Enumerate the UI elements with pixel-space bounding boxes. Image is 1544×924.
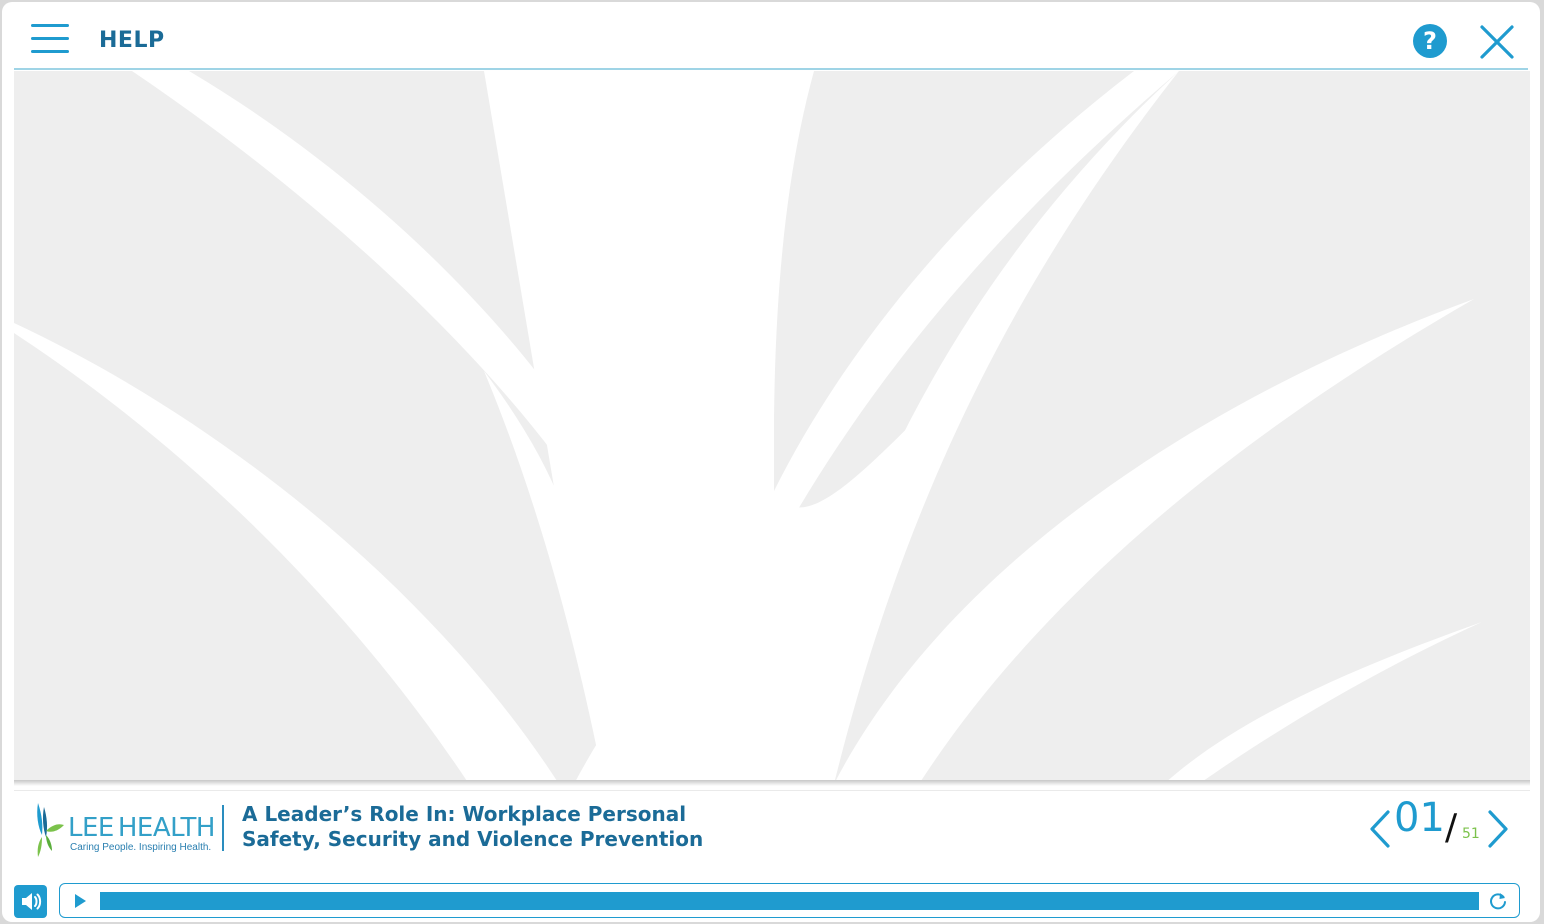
logo-tagline: Caring People. Inspiring Health.	[70, 842, 212, 853]
menu-line	[31, 50, 69, 53]
current-slide-number: 01	[1394, 795, 1445, 841]
chevron-left-icon[interactable]	[1368, 809, 1392, 849]
leaf-logo-icon	[37, 803, 64, 857]
course-title: A Leader’s Role In: Workplace Personal S…	[242, 802, 762, 852]
leaf-graphic	[14, 71, 1530, 784]
logo-word-lee: LEE	[68, 813, 114, 843]
question-circle-icon[interactable]: ?	[1413, 24, 1447, 58]
course-player-window: HELP ? LEE HEALTH Caring People. Inspiri…	[2, 2, 1540, 922]
lee-health-logo: LEE HEALTH Caring People. Inspiring Healt…	[32, 801, 215, 857]
slide-pager: 01 / 51	[1364, 791, 1524, 865]
footer-divider	[222, 805, 224, 851]
header-bar: HELP ?	[2, 2, 1540, 70]
replay-icon[interactable]	[1488, 891, 1508, 911]
close-x-icon[interactable]	[1479, 24, 1515, 60]
pager-separator: /	[1445, 807, 1458, 848]
logo-wordmark: LEE HEALTH	[68, 813, 215, 843]
course-title-line-1: A Leader’s Role In: Workplace Personal	[242, 802, 687, 826]
logo-word-health: HEALTH	[117, 813, 216, 843]
chevron-right-icon[interactable]	[1486, 809, 1510, 849]
menu-line	[31, 37, 69, 40]
menu-line	[31, 24, 69, 27]
progress-scrubber[interactable]	[100, 892, 1479, 910]
footer-bar: LEE HEALTH Caring People. Inspiring Healt…	[14, 790, 1530, 865]
speaker-icon[interactable]	[14, 885, 47, 918]
hamburger-menu-icon[interactable]	[31, 24, 71, 58]
progress-fill	[100, 892, 1479, 910]
course-title-line-2: Safety, Security and Violence Prevention	[242, 827, 704, 851]
slide-canvas	[14, 71, 1530, 784]
help-label[interactable]: HELP	[99, 28, 165, 53]
play-icon[interactable]	[72, 892, 88, 910]
slide-bottom-shadow	[14, 780, 1530, 786]
header-divider	[14, 68, 1528, 70]
total-slide-count: 51	[1462, 826, 1480, 842]
media-player-bar	[59, 883, 1520, 918]
